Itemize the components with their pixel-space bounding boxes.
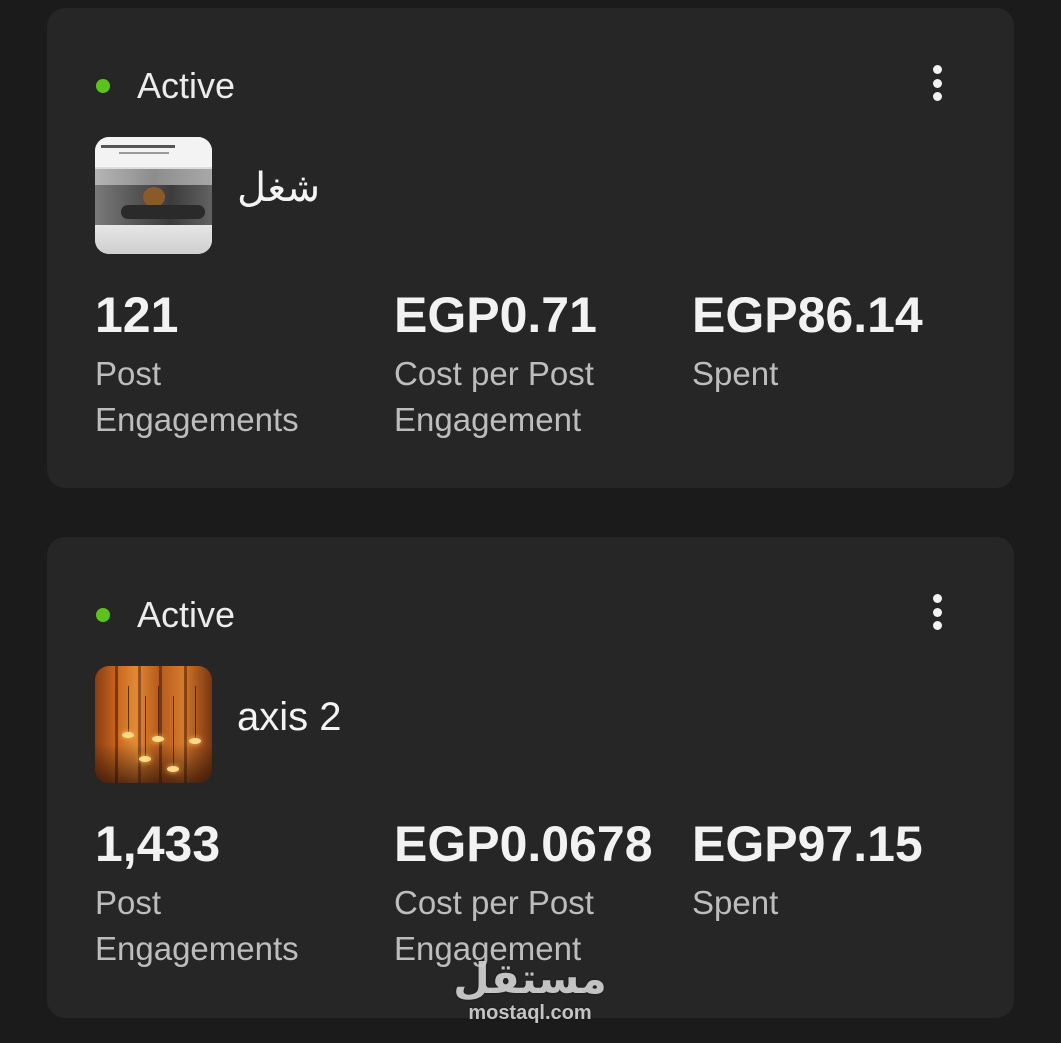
image-detail: [145, 696, 146, 758]
image-detail: [121, 205, 205, 219]
image-detail: [139, 756, 151, 762]
image-detail: [95, 169, 212, 185]
status-label: Active: [137, 594, 236, 635]
image-detail: [143, 187, 165, 207]
spent-label: Spent: [692, 884, 779, 921]
more-options-button[interactable]: [932, 594, 942, 630]
campaign-thumbnail: [95, 137, 212, 254]
more-vertical-icon: [932, 65, 942, 74]
status-label: Active: [137, 65, 236, 106]
post-engagements-label: Post Engagements: [95, 355, 299, 438]
post-engagements-value: 121: [95, 287, 179, 343]
cost-per-engagement-metric: EGP0.71 Cost per Post Engagement: [394, 290, 664, 443]
cost-per-engagement-label: Cost per Post Engagement: [394, 355, 594, 438]
campaign-name: axis 2: [237, 695, 342, 739]
cost-per-engagement-metric: EGP0.0678 Cost per Post Engagement: [394, 819, 664, 972]
watermark-site: mostaql.com: [468, 1002, 592, 1024]
more-vertical-icon: [932, 92, 942, 101]
image-detail: [158, 686, 159, 738]
spent-value: EGP97.15: [692, 816, 923, 872]
more-options-button[interactable]: [932, 65, 942, 101]
more-vertical-icon: [932, 607, 942, 617]
image-detail: [95, 744, 212, 783]
status-row: Active: [96, 594, 236, 635]
more-vertical-icon: [932, 621, 942, 630]
image-detail: [119, 152, 169, 154]
post-engagements-value: 1,433: [95, 816, 221, 872]
campaign-card[interactable]: Active شغل 121 Post Engagements EGP0.71 …: [47, 8, 1014, 488]
more-vertical-icon: [932, 78, 942, 88]
image-detail: [101, 145, 175, 148]
spent-metric: EGP97.15 Spent: [692, 819, 972, 926]
spent-value: EGP86.14: [692, 287, 923, 343]
status-dot: [96, 78, 110, 93]
spent-metric: EGP86.14 Spent: [692, 290, 972, 397]
image-detail: [95, 225, 212, 254]
status-row: Active: [96, 65, 236, 106]
watermark-logo: مستقل mostaql.com: [415, 954, 645, 1025]
campaign-thumbnail: [95, 666, 212, 783]
image-detail: [173, 696, 174, 768]
spent-label: Spent: [692, 355, 779, 392]
status-dot: [96, 607, 110, 622]
post-engagements-metric: 1,433 Post Engagements: [95, 819, 365, 972]
campaign-card[interactable]: Active axis 2 1,433 Post Engagements EGP…: [47, 537, 1014, 1018]
image-detail: [122, 732, 134, 738]
image-detail: [189, 738, 201, 744]
post-engagements-metric: 121 Post Engagements: [95, 290, 365, 443]
more-vertical-icon: [932, 594, 942, 603]
cost-per-engagement-value: EGP0.71: [394, 287, 597, 343]
image-detail: [195, 686, 196, 740]
image-detail: [128, 686, 129, 734]
image-detail: [152, 736, 164, 742]
watermark-mark: مستقل: [453, 954, 607, 1003]
post-engagements-label: Post Engagements: [95, 884, 299, 967]
image-detail: [167, 766, 179, 772]
cost-per-engagement-value: EGP0.0678: [394, 816, 653, 872]
campaign-name: شغل: [237, 166, 321, 210]
